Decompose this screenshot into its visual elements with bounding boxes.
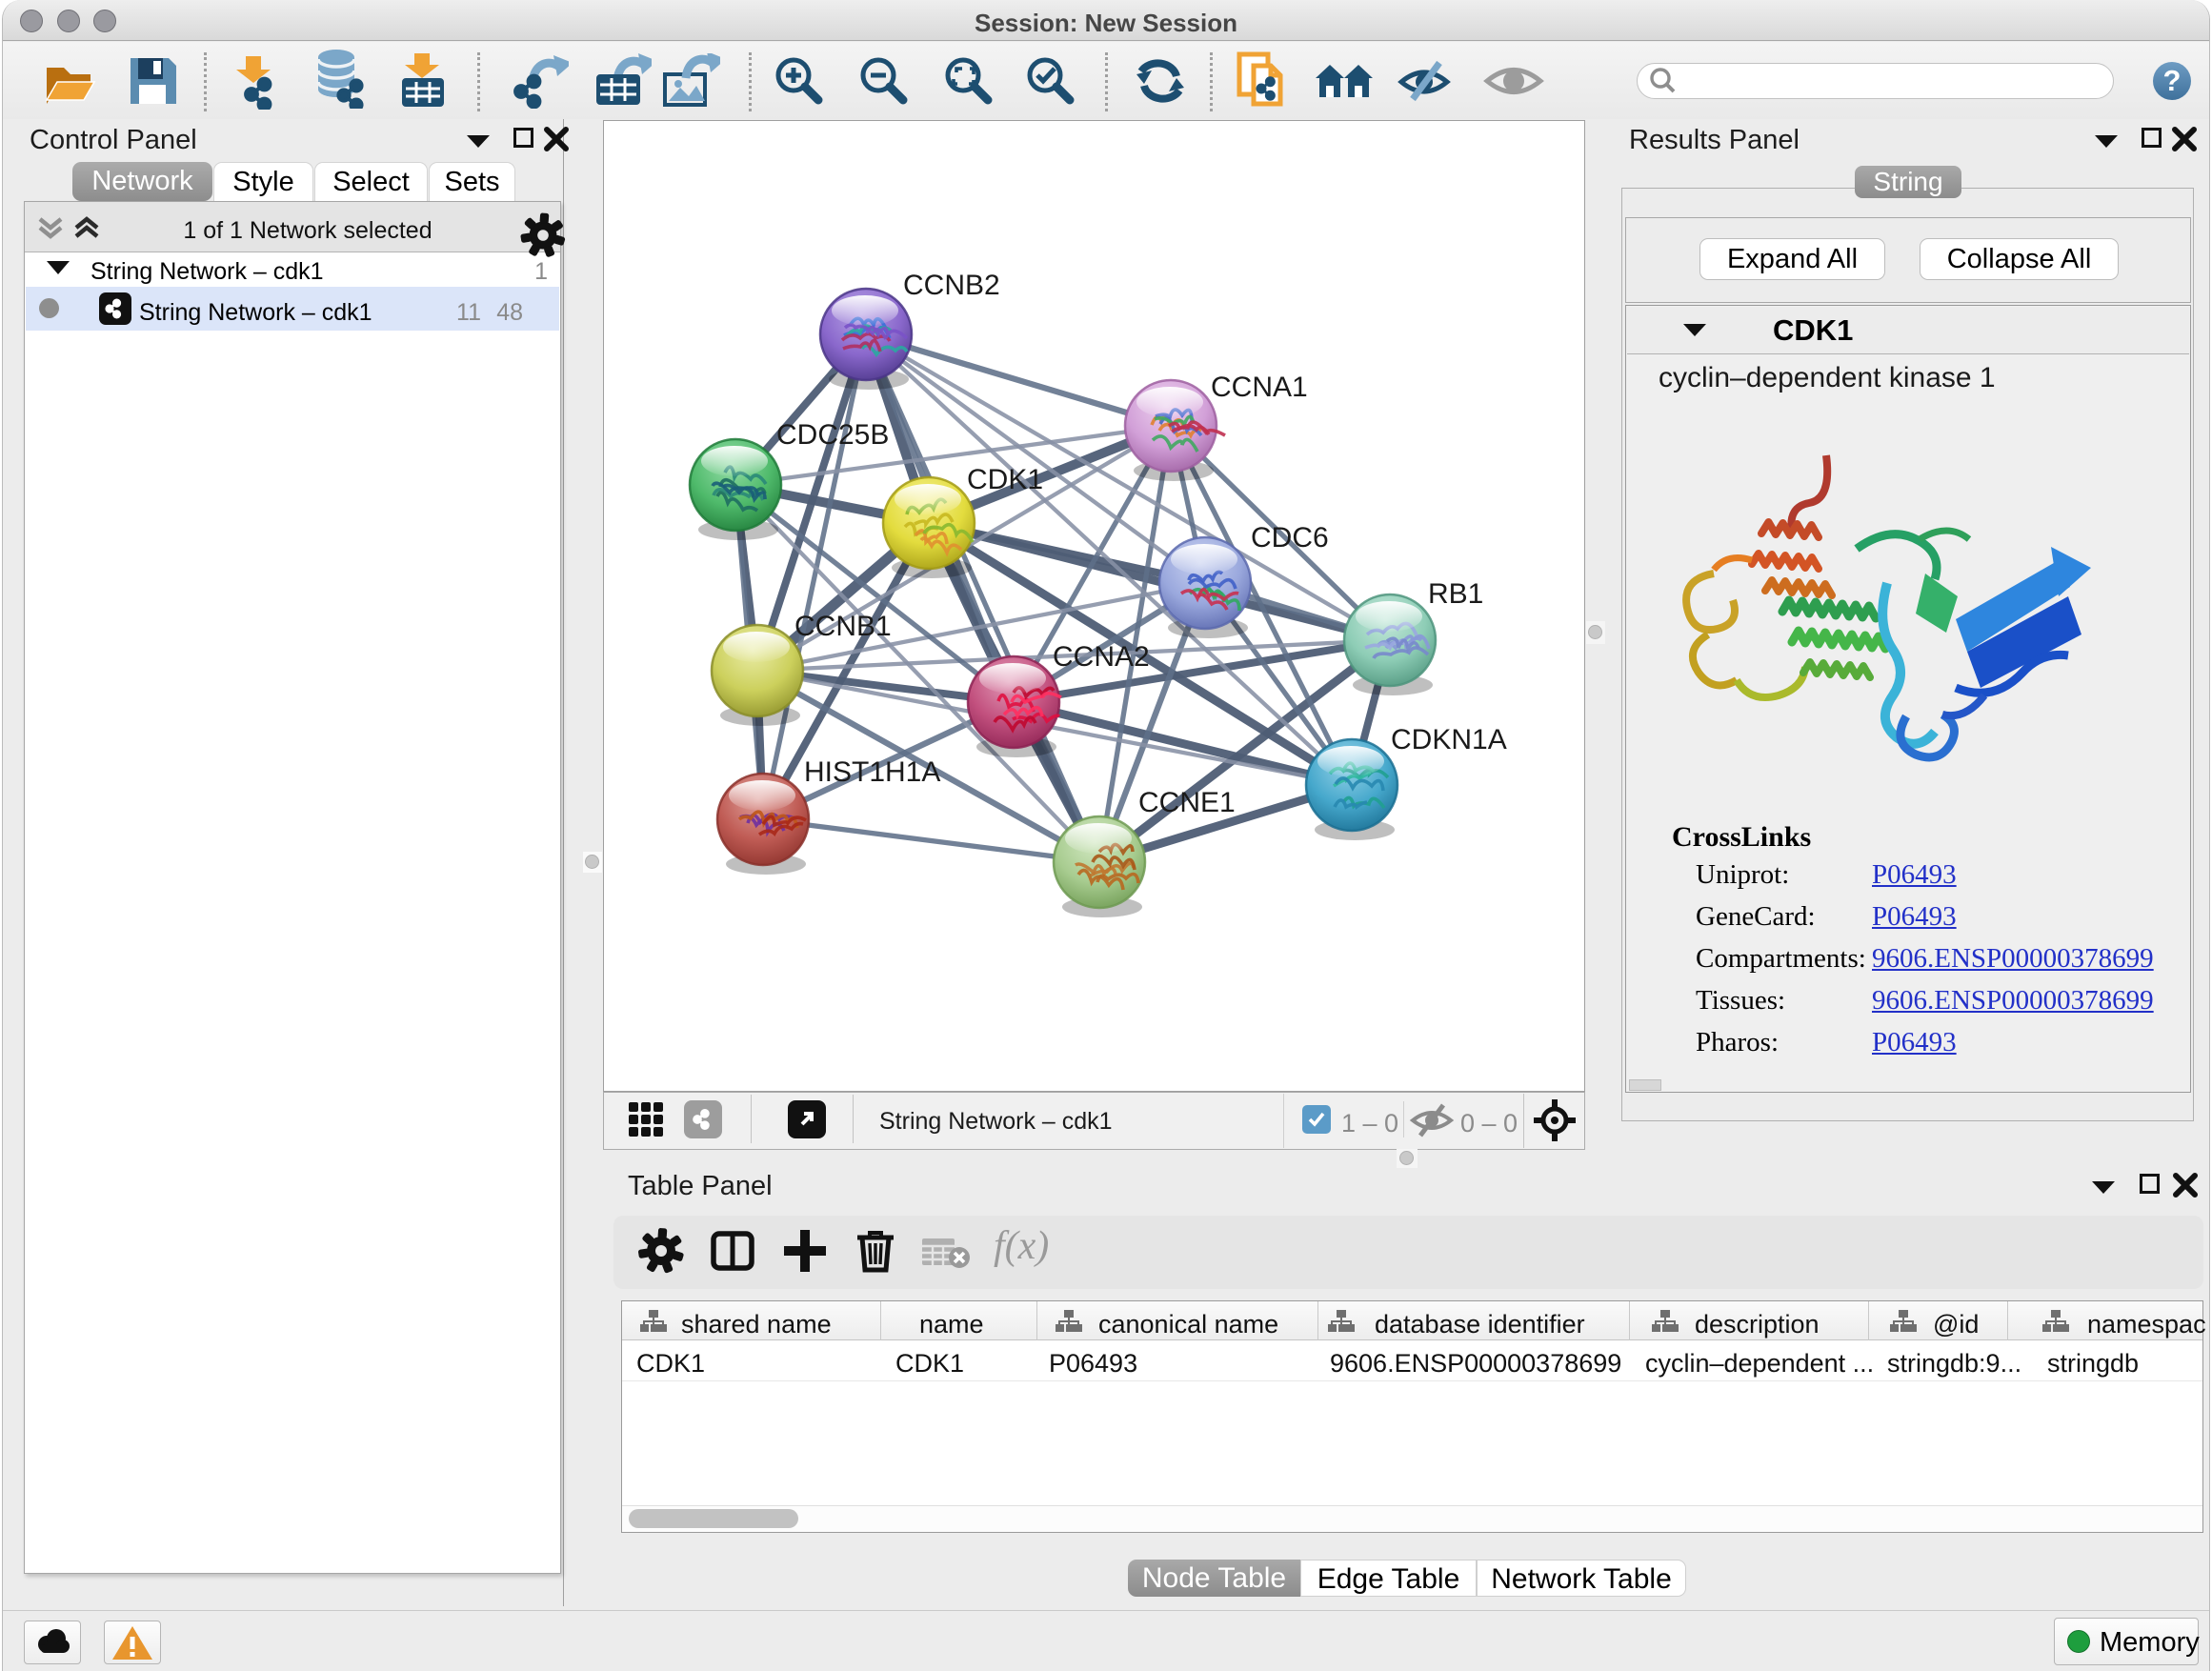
svg-text:CDC25B: CDC25B: [776, 419, 889, 451]
svg-text:RB1: RB1: [1428, 578, 1483, 610]
svg-text:CDC6: CDC6: [1251, 522, 1329, 554]
svg-text:CCNA1: CCNA1: [1211, 372, 1308, 403]
svg-text:CCNA2: CCNA2: [1053, 641, 1150, 673]
svg-text:CCNE1: CCNE1: [1138, 787, 1236, 818]
svg-text:CDKN1A: CDKN1A: [1391, 724, 1507, 755]
svg-text:HIST1H1A: HIST1H1A: [804, 756, 940, 788]
svg-text:CDK1: CDK1: [967, 464, 1043, 495]
svg-text:CCNB1: CCNB1: [794, 611, 892, 642]
svg-text:CCNB2: CCNB2: [903, 270, 1000, 301]
